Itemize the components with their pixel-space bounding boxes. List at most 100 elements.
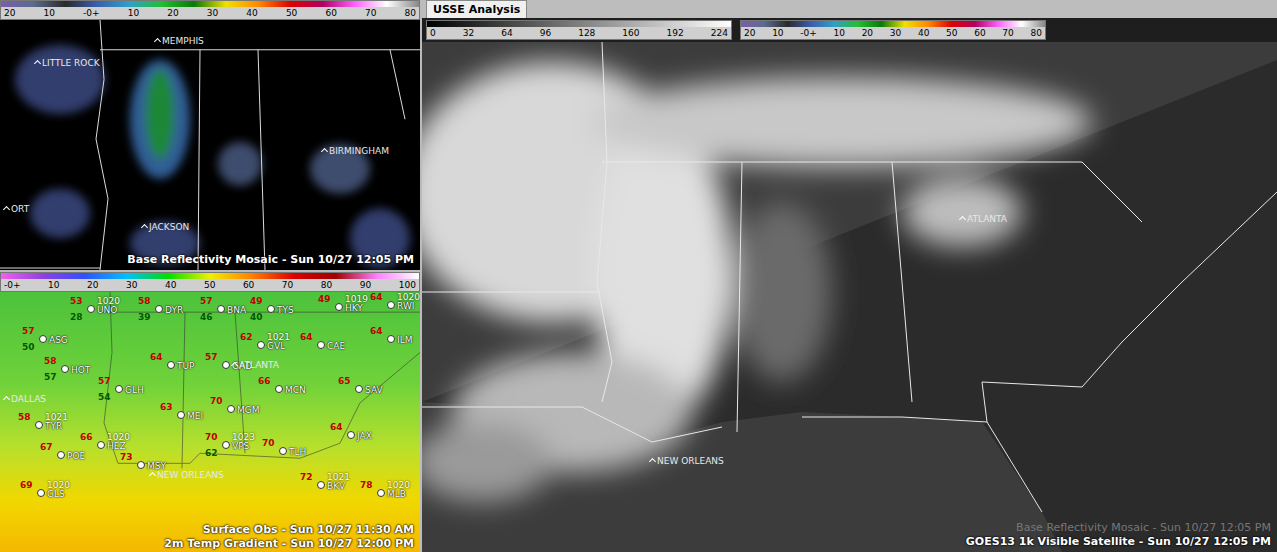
- colorbar-label: 30: [207, 7, 218, 20]
- station-id: MCN: [285, 385, 306, 395]
- station-id: ASG: [49, 335, 68, 345]
- colorbar-label: 20: [87, 279, 98, 292]
- satellite-map[interactable]: ATLANTA NEW ORLEANS Base Reflectivity Mosa…: [422, 42, 1277, 552]
- city-label: NEW ORLEANS: [150, 470, 224, 481]
- view-tab[interactable]: USSE Analysis: [426, 0, 527, 18]
- station-plot[interactable]: 5754GLH: [98, 376, 162, 402]
- station-pressure: 1021: [45, 412, 68, 422]
- station-id: ILM: [397, 335, 412, 345]
- station-plot[interactable]: 64 CAE: [300, 332, 364, 358]
- colorbar-label: 0: [430, 27, 436, 40]
- colorbar-labels: 2010-0+1020304050607080: [1, 7, 419, 20]
- colorbar-label: 40: [918, 27, 929, 40]
- station-temperature: 69: [20, 480, 33, 490]
- station-circle-icon: [227, 405, 235, 413]
- station-plot[interactable]: 64JAX: [330, 422, 394, 448]
- map-caption: GOES13 1k Visible Satellite - Sun 10/27 …: [966, 535, 1271, 548]
- colorbar-label: 100: [399, 279, 416, 292]
- colorbar-label: 160: [622, 27, 639, 40]
- colorbar-strip: [741, 21, 1045, 27]
- radar-map[interactable]: MEMPHISLITTLE ROCKBIRMINGHAMJACKSONORTBa…: [0, 20, 420, 270]
- station-plot[interactable]: 641020RWI: [370, 292, 420, 318]
- colorbar-label: 50: [946, 27, 957, 40]
- station-plot[interactable]: 691020GLS: [20, 480, 84, 506]
- station-plot[interactable]: 64 TUP: [150, 352, 214, 378]
- station-plot[interactable]: 67POE: [40, 442, 104, 468]
- station-plot[interactable]: 70MGM: [210, 396, 274, 422]
- station-dewpoint: 28: [70, 312, 83, 322]
- city-label: ATLANTA: [960, 214, 1007, 225]
- station-dewpoint: 40: [250, 312, 263, 322]
- station-id: CAE: [327, 341, 345, 351]
- radar-panel[interactable]: 2010-0+1020304050607080: [0, 0, 420, 272]
- station-plot[interactable]: 64ILM: [370, 326, 420, 352]
- station-id: BNA: [227, 305, 246, 315]
- station-id: POE: [67, 451, 85, 461]
- city-name: NEW ORLEANS: [657, 456, 724, 466]
- colorbar-label: 10: [44, 7, 55, 20]
- surface-panel[interactable]: -0+102030405060708090100 53281020UNO5839…: [0, 272, 420, 552]
- station-circle-icon: [35, 421, 43, 429]
- station-circle-icon: [347, 431, 355, 439]
- city-marker-icon: [231, 362, 238, 369]
- station-circle-icon: [377, 489, 385, 497]
- station-temperature: 57: [98, 376, 111, 386]
- station-plot[interactable]: 65SAV: [338, 376, 402, 402]
- reflectivity-colorbar: 2010-0+1020304050607080: [0, 0, 420, 20]
- station-temperature: 64: [150, 352, 163, 362]
- station-id: MEI: [187, 411, 203, 421]
- station-plot[interactable]: 781020MLB: [360, 480, 420, 506]
- station-plot[interactable]: 621021GVL: [240, 332, 304, 358]
- station-circle-icon: [387, 301, 395, 309]
- colorbar-label: 70: [282, 279, 293, 292]
- satellite-panel[interactable]: USSE Analysis 0326496128160192224 2010-0…: [422, 0, 1277, 552]
- colorbar-strip: [1, 1, 419, 7]
- map-caption: 2m Temp Gradient - Sun 10/27 12:00 PM: [164, 537, 414, 550]
- city-name: ATLANTA: [239, 360, 279, 370]
- colorbar-label: 20: [4, 7, 15, 20]
- station-plot[interactable]: 661020HEZ: [80, 432, 144, 458]
- grayscale-colorbar: 0326496128160192224: [426, 20, 732, 40]
- station-circle-icon: [257, 341, 265, 349]
- station-circle-icon: [97, 441, 105, 449]
- station-plot[interactable]: 4940TYS: [250, 296, 314, 322]
- station-circle-icon: [155, 305, 163, 313]
- station-circle-icon: [115, 385, 123, 393]
- station-plot[interactable]: 70621023VPS: [205, 432, 269, 458]
- station-plot[interactable]: 581021TYR: [18, 412, 82, 438]
- station-circle-icon: [355, 385, 363, 393]
- city-name: NEW ORLEANS: [157, 470, 224, 480]
- station-plot[interactable]: 66MCN: [258, 376, 322, 402]
- station-temperature: 65: [338, 376, 351, 386]
- station-plot[interactable]: 5839DYR: [138, 296, 202, 322]
- colorbar-label: 60: [243, 279, 254, 292]
- city-label: LITTLE ROCK: [35, 58, 100, 69]
- station-id: HOT: [71, 365, 90, 375]
- colorbar-strip: [427, 21, 731, 27]
- station-plot[interactable]: 53281020UNO: [70, 296, 134, 322]
- map-caption: Base Reflectivity Mosaic - Sun 10/27 12:…: [1016, 521, 1271, 534]
- station-id: VPS: [232, 441, 249, 451]
- station-id: GLS: [47, 489, 65, 499]
- station-id: TUP: [177, 361, 195, 371]
- colorbar-label: 128: [578, 27, 595, 40]
- station-id: JAX: [357, 431, 372, 441]
- station-plot[interactable]: 70TLH: [262, 438, 326, 464]
- station-temperature: 73: [120, 452, 133, 462]
- station-plot[interactable]: 5750ASG: [22, 326, 86, 352]
- station-temperature: 58: [138, 296, 151, 306]
- station-pressure: 1020: [397, 292, 420, 302]
- station-id: DYR: [165, 305, 183, 315]
- colorbar-label: 10: [833, 27, 844, 40]
- station-id: RWI: [397, 301, 414, 311]
- station-temperature: 64: [300, 332, 313, 342]
- colorbar-label: 50: [204, 279, 215, 292]
- city-name: JACKSON: [149, 222, 189, 232]
- station-id: UNO: [97, 305, 117, 315]
- colorbar-label: 10: [48, 279, 59, 292]
- colorbar-row: 0326496128160192224 2010-0+1020304050607…: [422, 18, 1277, 42]
- station-pressure: 1023: [232, 432, 255, 442]
- station-plot[interactable]: 721021BKV: [300, 472, 364, 498]
- station-temperature: 57: [22, 326, 35, 336]
- surface-map[interactable]: 53281020UNO5839DYR5746BNA4940TYS491019HK…: [0, 292, 420, 552]
